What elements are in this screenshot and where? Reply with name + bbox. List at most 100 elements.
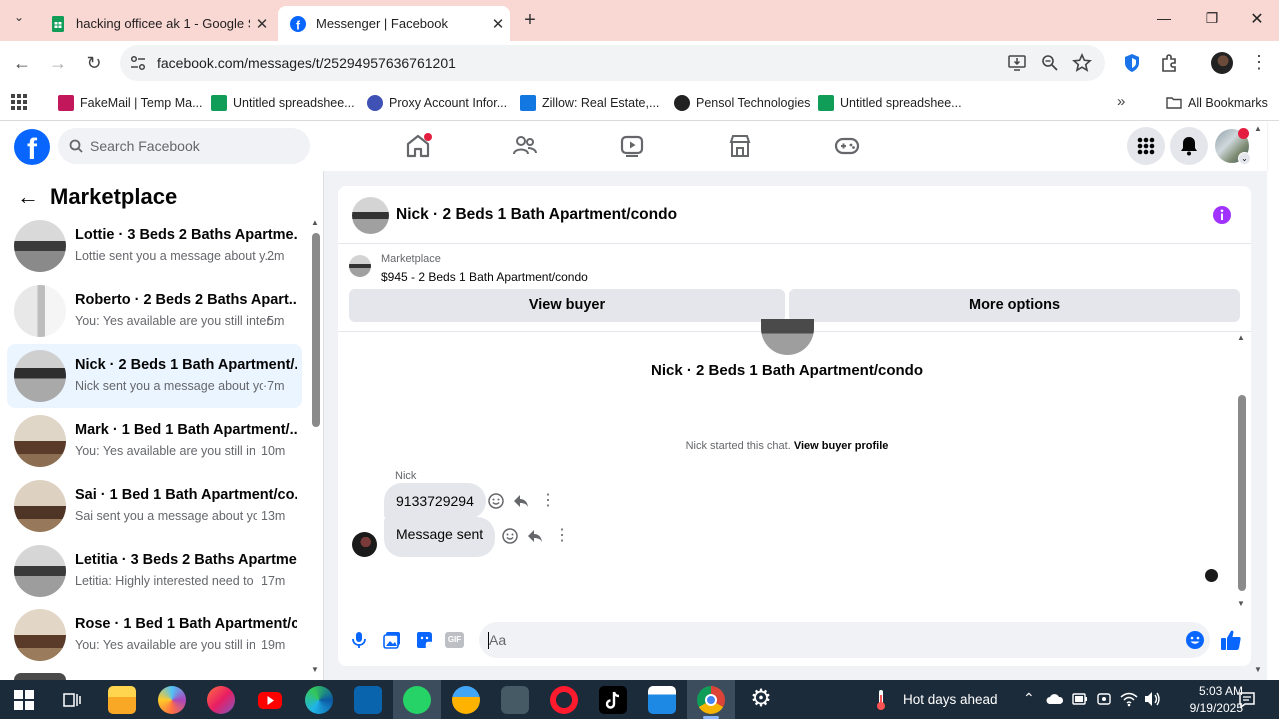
video-icon[interactable]: [618, 133, 646, 159]
profile-picture[interactable]: [761, 319, 814, 355]
profile-avatar[interactable]: [1211, 52, 1233, 74]
menu-grid-button[interactable]: [1127, 127, 1165, 165]
conversation-item[interactable]: Rose · 1 Bed 1 Bath Apartment/c... You: …: [7, 603, 302, 667]
sidebar-scrollbar-thumb[interactable]: [312, 233, 320, 427]
conversation-item[interactable]: Letitia · 3 Beds 2 Baths Apartme... Leti…: [7, 539, 302, 603]
info-icon[interactable]: [1212, 205, 1232, 225]
bookmark-pensol[interactable]: Pensol Technologies: [674, 93, 810, 113]
volume-icon[interactable]: [1143, 691, 1161, 707]
photo-icon[interactable]: [383, 631, 401, 649]
bookmark-proxy-account[interactable]: Proxy Account Infor...: [367, 93, 507, 113]
edge-icon[interactable]: [305, 686, 333, 714]
zoom-icon[interactable]: [1041, 54, 1059, 72]
reply-icon[interactable]: [512, 492, 530, 510]
address-bar[interactable]: facebook.com/messages/t/2529495763676120…: [120, 45, 1105, 81]
shield-extension-icon[interactable]: [1123, 53, 1141, 73]
notifications-button[interactable]: [1170, 127, 1208, 165]
sidebar-scroll-up-icon[interactable]: ▲: [311, 218, 319, 227]
gaming-icon[interactable]: [833, 133, 861, 159]
tray-overflow-icon[interactable]: ⌃: [1023, 690, 1035, 707]
wifi-icon[interactable]: [1120, 691, 1138, 707]
message-bubble[interactable]: 9133729294: [384, 483, 486, 519]
install-app-icon[interactable]: [1008, 54, 1026, 72]
page-scroll-up-icon[interactable]: ▲: [1254, 124, 1262, 133]
react-emoji-icon[interactable]: [501, 527, 519, 545]
view-buyer-profile-link[interactable]: View buyer profile: [794, 440, 889, 452]
new-tab-button[interactable]: +: [518, 8, 542, 32]
more-actions-icon[interactable]: ⋮: [554, 525, 570, 545]
more-actions-icon[interactable]: ⋮: [540, 490, 556, 510]
tab-messenger[interactable]: f Messenger | Facebook ✕: [278, 6, 510, 41]
opera-icon[interactable]: [550, 686, 578, 714]
onedrive-icon[interactable]: [1046, 693, 1064, 705]
meet-now-icon[interactable]: [1096, 691, 1112, 707]
copilot-icon[interactable]: [158, 686, 186, 714]
listing-thumbnail[interactable]: [349, 255, 371, 277]
sender-avatar[interactable]: [352, 532, 377, 557]
tab-google-sheets[interactable]: hacking officee ak 1 - Google S ✕: [38, 6, 274, 41]
settings-gear-icon[interactable]: ⚙: [747, 685, 775, 713]
paint-app-icon[interactable]: [207, 686, 235, 714]
chat-title[interactable]: Nick · 2 Beds 1 Bath Apartment/condo: [396, 206, 677, 224]
listing-price-title[interactable]: $945 - 2 Beds 1 Bath Apartment/condo: [381, 270, 588, 284]
more-bookmarks-icon[interactable]: »: [1117, 93, 1125, 110]
battery-saver-icon[interactable]: [1072, 692, 1088, 706]
bookmark-spreadsheet-2[interactable]: Untitled spreadshee...: [818, 93, 962, 113]
browser-menu-icon[interactable]: ⋮: [1250, 52, 1268, 74]
conversation-item[interactable]: Roberto · 2 Beds 2 Baths Apart... You: Y…: [7, 279, 302, 343]
marketplace-icon[interactable]: [726, 133, 754, 159]
facebook-search-input[interactable]: Search Facebook: [58, 128, 310, 164]
page-scroll-down-icon[interactable]: ▼: [1254, 665, 1262, 674]
chat-scrollbar-thumb[interactable]: [1238, 395, 1246, 591]
bookmark-spreadsheet-1[interactable]: Untitled spreadshee...: [211, 93, 355, 113]
notifications-center-icon[interactable]: [1238, 691, 1256, 709]
more-options-button[interactable]: More options: [789, 289, 1240, 322]
microsoft-store-icon[interactable]: [648, 686, 676, 714]
bookmark-fakemail[interactable]: FakeMail | Temp Ma...: [58, 93, 203, 113]
minimize-button[interactable]: —: [1152, 10, 1176, 30]
chrome-active-tile[interactable]: [687, 680, 735, 719]
like-thumb-icon[interactable]: [1220, 629, 1242, 651]
bookmark-star-icon[interactable]: [1072, 53, 1092, 73]
tiktok-icon[interactable]: [599, 686, 627, 714]
conversation-item[interactable]: Sai · 1 Bed 1 Bath Apartment/co... Sai s…: [7, 474, 302, 538]
conversation-item[interactable]: Mark · 1 Bed 1 Bath Apartment/... You: Y…: [7, 409, 302, 473]
message-bubble[interactable]: Message sent: [384, 517, 496, 557]
sticker-icon[interactable]: [415, 631, 433, 649]
reply-icon[interactable]: [526, 527, 544, 545]
view-buyer-button[interactable]: View buyer: [349, 289, 785, 322]
weather-text[interactable]: Hot days ahead: [903, 692, 998, 707]
tab-search-button[interactable]: ⌄: [8, 10, 30, 30]
medal-app-icon[interactable]: [452, 686, 480, 714]
apps-grid-icon[interactable]: [11, 94, 27, 110]
sidebar-scroll-down-icon[interactable]: ▼: [311, 665, 319, 674]
forward-icon[interactable]: →: [46, 51, 70, 75]
extensions-puzzle-icon[interactable]: [1159, 53, 1179, 73]
reload-icon[interactable]: ↻: [82, 51, 106, 75]
react-emoji-icon[interactable]: [487, 492, 505, 510]
facebook-logo-icon[interactable]: f: [14, 129, 50, 166]
friends-icon[interactable]: [511, 133, 539, 159]
chat-scroll-down-icon[interactable]: ▼: [1237, 599, 1245, 608]
task-view-icon[interactable]: [62, 690, 82, 710]
close-tab-icon[interactable]: ✕: [250, 15, 274, 33]
site-info-icon[interactable]: [129, 55, 147, 71]
account-chevron-icon[interactable]: ⌄: [1238, 152, 1251, 165]
clock-time[interactable]: 5:03 AM: [1173, 684, 1243, 698]
whatsapp-active-tile[interactable]: [393, 680, 441, 719]
microphone-icon[interactable]: [351, 631, 367, 649]
message-input[interactable]: Aa: [479, 622, 1210, 658]
all-bookmarks-button[interactable]: All Bookmarks: [1166, 93, 1268, 113]
clock-date[interactable]: 9/19/2025: [1163, 701, 1243, 715]
file-explorer-icon[interactable]: [108, 686, 136, 714]
close-window-button[interactable]: ✕: [1245, 9, 1269, 29]
outlook-icon[interactable]: [354, 686, 382, 714]
conversation-item[interactable]: Lottie · 3 Beds 2 Baths Apartme... Lotti…: [7, 214, 302, 278]
windows-start-icon[interactable]: [14, 690, 34, 710]
conversation-item-selected[interactable]: Nick · 2 Beds 1 Bath Apartment/... Nick …: [7, 344, 302, 408]
chat-avatar[interactable]: [352, 197, 389, 234]
back-icon[interactable]: ←: [10, 51, 34, 75]
home-icon[interactable]: [404, 133, 432, 159]
chat-scroll-up-icon[interactable]: ▲: [1237, 333, 1245, 342]
bookmark-zillow[interactable]: Zillow: Real Estate,...: [520, 93, 659, 113]
